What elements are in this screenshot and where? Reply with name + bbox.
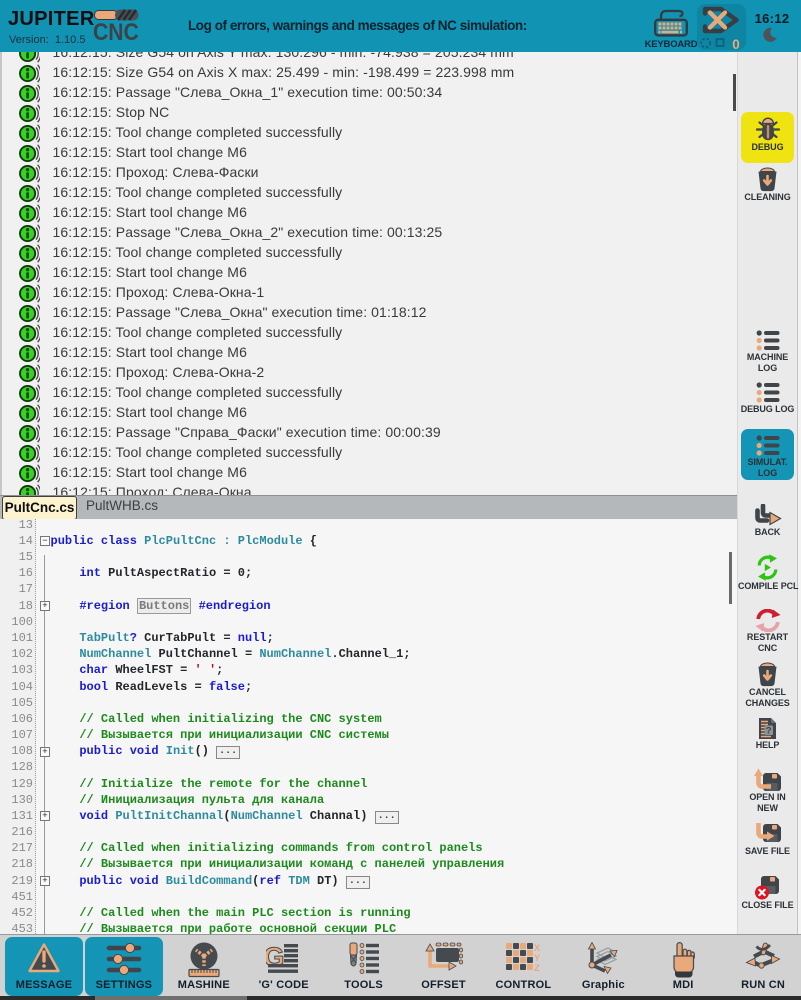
svg-text:G: G <box>266 942 285 972</box>
svg-text:?: ? <box>766 725 772 736</box>
svg-text:Z: Z <box>534 963 540 974</box>
